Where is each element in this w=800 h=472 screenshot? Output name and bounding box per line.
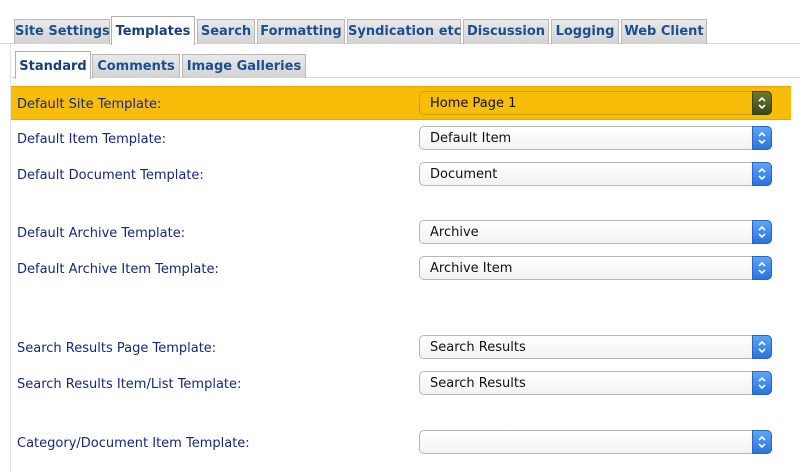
templates-form: Default Site Template: Home Page 1 Defau… [10,78,800,472]
select-value: Default Item [430,131,512,146]
select-value: Search Results [430,340,526,355]
sub-tab-bar: Standard Comments Image Galleries [10,44,800,79]
tab-templates[interactable]: Templates [111,16,195,45]
search-results-item-template-select[interactable]: Search Results [419,371,772,395]
select-value: Search Results [430,376,526,391]
select-value: Document [430,167,498,182]
field-row-search-results-item-template: Search Results Item/List Template: Searc… [11,367,791,401]
field-row-search-results-page-template: Search Results Page Template: Search Res… [11,331,791,365]
field-row-default-archive-template: Default Archive Template: Archive [11,216,791,250]
field-label: Default Archive Template: [17,226,186,241]
up-down-chevron-icon[interactable] [752,162,772,186]
up-down-chevron-icon[interactable] [752,220,772,244]
tab-discussion[interactable]: Discussion [463,19,549,44]
up-down-chevron-icon[interactable] [752,335,772,359]
default-site-template-select[interactable]: Home Page 1 [419,91,772,115]
up-down-chevron-icon[interactable] [752,256,772,280]
default-item-template-select[interactable]: Default Item [419,126,772,150]
default-archive-template-select[interactable]: Archive [419,220,772,244]
up-down-chevron-icon[interactable] [752,430,772,454]
default-archive-item-template-select[interactable]: Archive Item [419,256,772,280]
up-down-chevron-icon[interactable] [752,91,772,115]
field-row-category-document-item-template: Category/Document Item Template: [11,426,791,460]
field-label: Search Results Item/List Template: [17,377,242,392]
subtab-standard[interactable]: Standard [15,51,91,79]
field-label: Default Item Template: [17,132,167,147]
tab-logging[interactable]: Logging [551,19,619,44]
field-label: Default Site Template: [17,97,162,112]
subtab-comments[interactable]: Comments [92,54,180,78]
select-value: Home Page 1 [430,96,517,111]
category-document-item-template-select[interactable] [419,430,772,454]
default-document-template-select[interactable]: Document [419,162,772,186]
field-row-default-archive-item-template: Default Archive Item Template: Archive I… [11,252,791,286]
tab-search[interactable]: Search [197,19,255,44]
subtab-image-galleries[interactable]: Image Galleries [182,54,306,78]
field-label: Default Document Template: [17,168,204,183]
tab-site-settings[interactable]: Site Settings [14,19,110,44]
field-row-default-item-template: Default Item Template: Default Item [11,122,791,156]
field-label: Search Results Page Template: [17,341,217,356]
select-value: Archive [430,225,479,240]
field-row-default-site-template: Default Site Template: Home Page 1 [11,86,791,120]
field-label: Default Archive Item Template: [17,262,219,277]
tab-formatting[interactable]: Formatting [257,19,345,44]
up-down-chevron-icon[interactable] [752,371,772,395]
field-row-default-document-template: Default Document Template: Document [11,158,791,192]
tab-web-client[interactable]: Web Client [621,19,707,44]
up-down-chevron-icon[interactable] [752,126,772,150]
tab-syndication[interactable]: Syndication etc [347,19,461,44]
main-tab-bar: Site Settings Templates Search Formattin… [0,0,800,45]
field-label: Category/Document Item Template: [17,436,250,451]
select-value: Archive Item [430,261,513,276]
search-results-page-template-select[interactable]: Search Results [419,335,772,359]
